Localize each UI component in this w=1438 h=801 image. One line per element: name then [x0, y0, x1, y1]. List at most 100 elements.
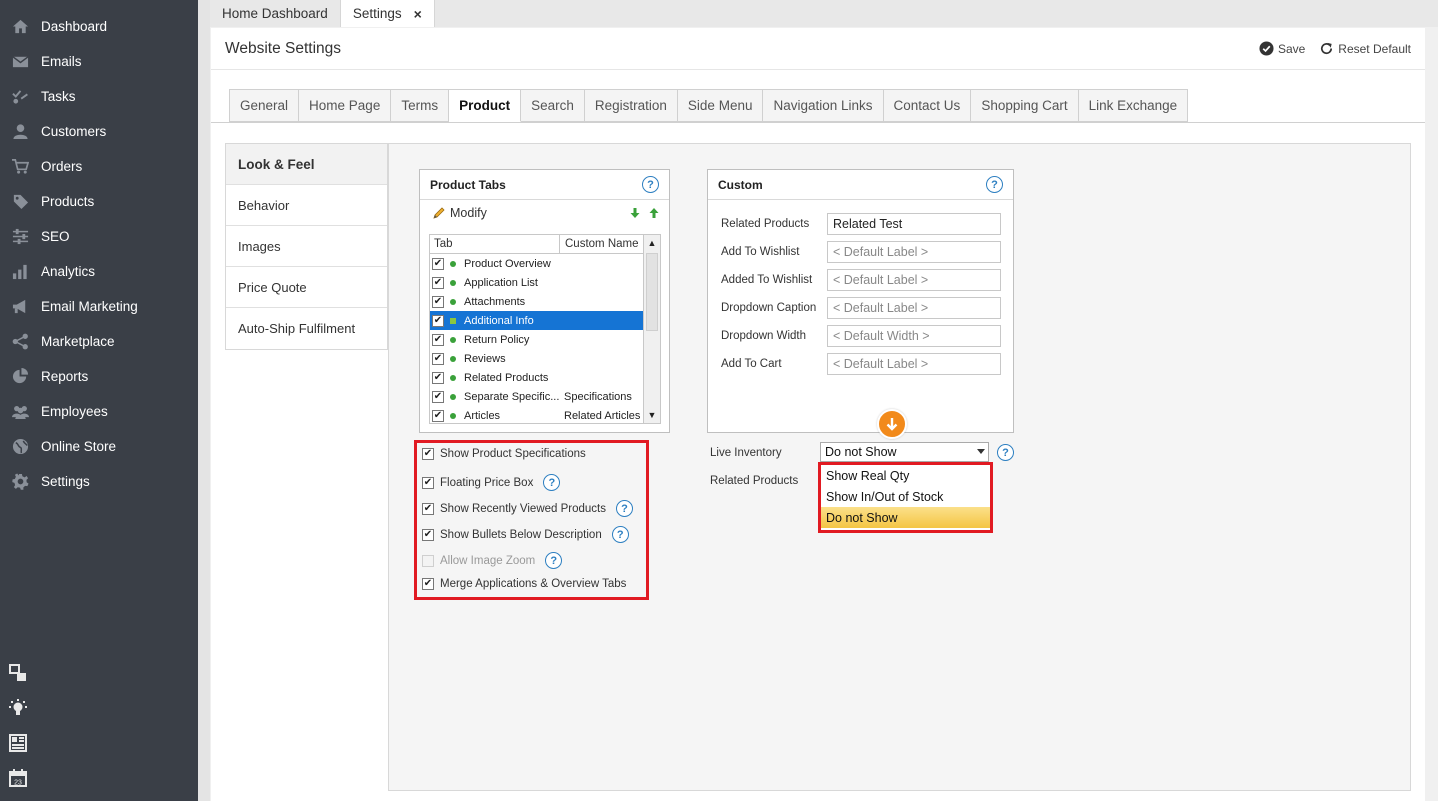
add-to-wishlist-input[interactable] [827, 241, 1001, 263]
row-checkbox[interactable]: ✔ [432, 409, 444, 422]
help-icon[interactable]: ? [986, 176, 1003, 193]
tab-terms[interactable]: Terms [391, 89, 450, 122]
checkbox[interactable]: ✔ [422, 578, 434, 590]
table-row[interactable]: ✔ Attachments [430, 292, 660, 311]
tab-name-cell: Separate Specific... [464, 390, 560, 403]
row-checkbox[interactable]: ✔ [432, 371, 444, 384]
tab-home-page[interactable]: Home Page [299, 89, 392, 122]
row-checkbox[interactable]: ✔ [432, 257, 444, 270]
help-icon[interactable]: ? [543, 474, 561, 491]
option-merge-applications-overview-tabs[interactable]: ✔ Merge Applications & Overview Tabs [422, 578, 626, 590]
scroll-thumb[interactable] [646, 253, 658, 331]
dropdown-option[interactable]: Do not Show [821, 507, 990, 528]
help-icon[interactable]: ? [545, 552, 563, 569]
sidebar-item-emails[interactable]: Emails [0, 44, 198, 79]
panel-header: Product Tabs ? [420, 170, 669, 200]
table-row[interactable]: ✔ Product Overview [430, 254, 660, 273]
custom-field-row: Dropdown Width [721, 325, 1001, 347]
sidebar-item-dashboard[interactable]: Dashboard [0, 9, 198, 44]
grid-icon[interactable] [9, 734, 29, 754]
row-checkbox[interactable]: ✔ [432, 276, 444, 289]
help-icon[interactable]: ? [611, 526, 629, 543]
sidebar-item-marketplace[interactable]: Marketplace [0, 324, 198, 359]
sidebar-item-products[interactable]: Products [0, 184, 198, 219]
close-icon[interactable]: × [414, 6, 422, 22]
related-products-input[interactable] [827, 213, 1001, 235]
column-header-tab[interactable]: Tab [430, 235, 560, 253]
save-button[interactable]: Save [1259, 41, 1305, 56]
scroll-down-icon[interactable]: ▼ [644, 407, 660, 423]
dropdown-option[interactable]: Show In/Out of Stock [821, 486, 990, 507]
tab-settings[interactable]: Settings × [340, 0, 435, 27]
option-show-recently-viewed-products[interactable]: ✔ Show Recently Viewed Products? [422, 500, 633, 517]
tab-registration[interactable]: Registration [584, 89, 678, 122]
row-checkbox[interactable]: ✔ [432, 314, 444, 327]
table-row[interactable]: ✔ Separate Specific... Specifications [430, 387, 660, 406]
sidebar-item-online-store[interactable]: Online Store [0, 429, 198, 464]
sidebar-item-settings[interactable]: Settings [0, 464, 198, 499]
main-panel: Website Settings Save Reset Default Gene… [211, 28, 1425, 801]
checkbox[interactable]: ✔ [422, 502, 434, 515]
checkbox[interactable]: ✔ [422, 528, 434, 541]
table-row[interactable]: ✔ Application List [430, 273, 660, 292]
tab-general[interactable]: General [229, 89, 300, 122]
reset-default-button[interactable]: Reset Default [1319, 41, 1411, 56]
submenu-item-images[interactable]: Images [226, 226, 387, 267]
row-checkbox[interactable]: ✔ [432, 333, 444, 346]
field-label: Related Products [721, 218, 810, 230]
table-row[interactable]: ✔ Return Policy [430, 330, 660, 349]
sidebar-item-employees[interactable]: Employees [0, 394, 198, 429]
tab-search[interactable]: Search [521, 89, 585, 122]
sidebar-item-orders[interactable]: Orders [0, 149, 198, 184]
sidebar-item-email-marketing[interactable]: Email Marketing [0, 289, 198, 324]
row-checkbox[interactable]: ✔ [432, 352, 444, 365]
tab-link-exchange[interactable]: Link Exchange [1078, 89, 1189, 122]
option-floating-price-box[interactable]: ✔ Floating Price Box? [422, 474, 561, 491]
calendar-icon[interactable]: 23 [9, 769, 29, 789]
grid-scrollbar[interactable]: ▲ ▼ [643, 235, 660, 423]
tab-product[interactable]: Product [449, 89, 522, 122]
submenu-item-auto-ship-fulfilment[interactable]: Auto-Ship Fulfilment [226, 308, 387, 349]
tab-navigation-links[interactable]: Navigation Links [763, 89, 884, 122]
table-row[interactable]: ✔ Related Products [430, 368, 660, 387]
windows-icon[interactable] [9, 664, 29, 684]
option-show-bullets-below-description[interactable]: ✔ Show Bullets Below Description? [422, 526, 629, 543]
modify-button[interactable]: Modify [432, 206, 487, 220]
move-up-icon[interactable] [649, 208, 659, 218]
table-row[interactable]: ✔ Reviews [430, 349, 660, 368]
field-label: Added To Wishlist [721, 274, 813, 286]
move-down-icon[interactable] [630, 208, 640, 218]
table-row[interactable]: ✔ Additional Info [430, 311, 660, 330]
row-checkbox[interactable]: ✔ [432, 390, 444, 403]
checkbox[interactable]: ✔ [422, 476, 434, 489]
envelope-icon [11, 53, 29, 71]
dropdown-option[interactable]: Show Real Qty [821, 465, 990, 486]
added-to-wishlist-input[interactable] [827, 269, 1001, 291]
help-icon[interactable]: ? [997, 444, 1014, 461]
lightbulb-icon[interactable] [9, 699, 29, 719]
dropdown-width-input[interactable] [827, 325, 1001, 347]
sidebar-item-customers[interactable]: Customers [0, 114, 198, 149]
submenu-item-price-quote[interactable]: Price Quote [226, 267, 387, 308]
sidebar-item-reports[interactable]: Reports [0, 359, 198, 394]
row-checkbox[interactable]: ✔ [432, 295, 444, 308]
submenu-item-behavior[interactable]: Behavior [226, 185, 387, 226]
scroll-up-icon[interactable]: ▲ [644, 235, 660, 251]
checkbox[interactable]: ✔ [422, 448, 434, 460]
dropdown-caption-input[interactable] [827, 297, 1001, 319]
sidebar-item-seo[interactable]: SEO [0, 219, 198, 254]
tab-home-dashboard[interactable]: Home Dashboard [210, 0, 341, 27]
tab-contact-us[interactable]: Contact Us [883, 89, 972, 122]
submenu-item-look-feel[interactable]: Look & Feel [226, 144, 387, 185]
option-show-product-specifications[interactable]: ✔ Show Product Specifications [422, 448, 586, 460]
table-row[interactable]: ✔ Articles Related Articles [430, 406, 660, 423]
sidebar-item-analytics[interactable]: Analytics [0, 254, 198, 289]
sidebar-item-label: Analytics [41, 264, 96, 279]
live-inventory-select[interactable]: Do not Show [820, 442, 989, 462]
help-icon[interactable]: ? [642, 176, 659, 193]
tab-shopping-cart[interactable]: Shopping Cart [971, 89, 1079, 122]
tab-side-menu[interactable]: Side Menu [677, 89, 764, 122]
sidebar-item-tasks[interactable]: Tasks [0, 79, 198, 114]
help-icon[interactable]: ? [616, 500, 633, 517]
add-to-cart-input[interactable] [827, 353, 1001, 375]
